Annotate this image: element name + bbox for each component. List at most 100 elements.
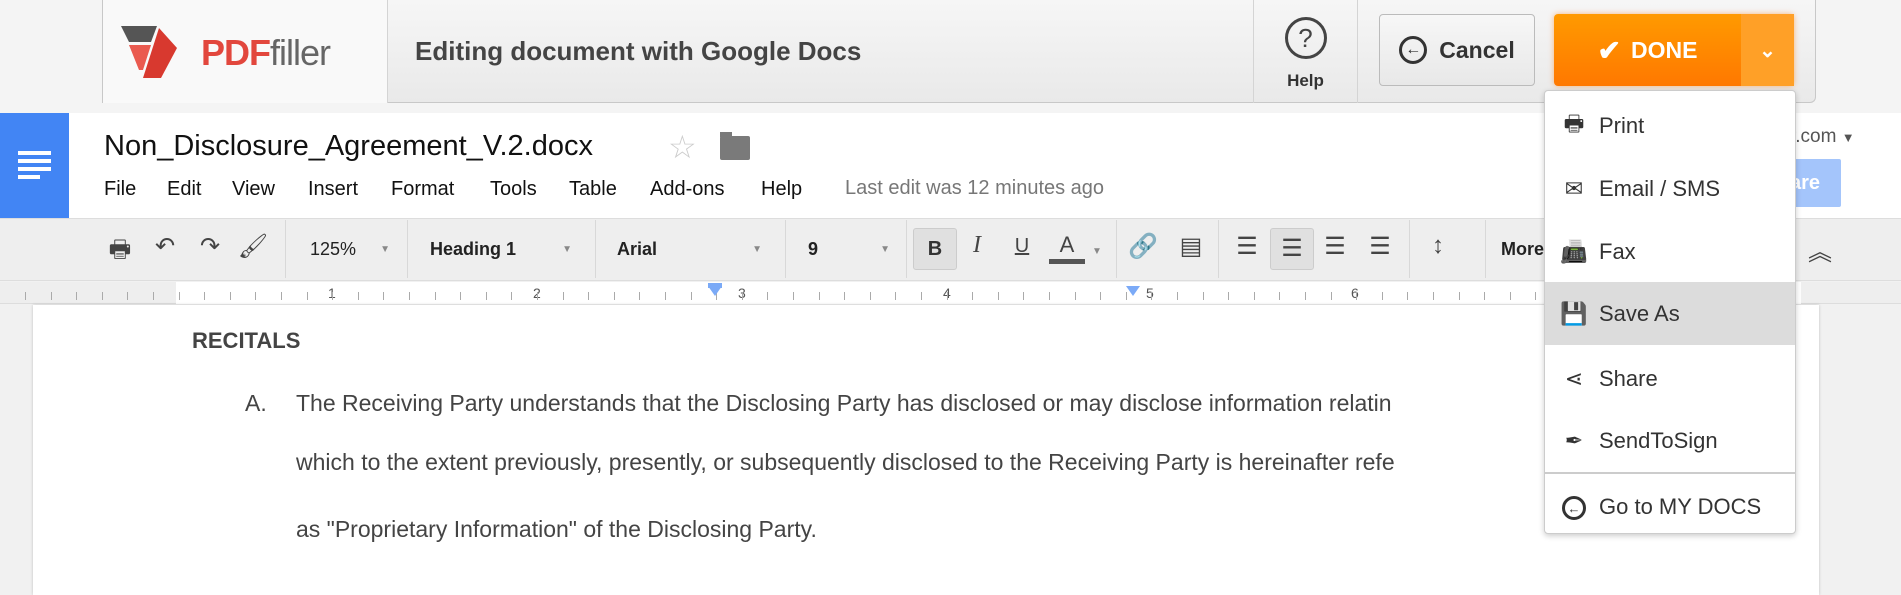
ruler-number: 6 (1351, 285, 1359, 301)
menu-view[interactable]: View (232, 178, 275, 201)
ruler-tick (178, 292, 180, 300)
ruler-tick (921, 292, 922, 300)
menu-format[interactable]: Format (391, 178, 454, 201)
align-right-icon[interactable]: ☰ (1318, 232, 1352, 261)
menu-addons[interactable]: Add-ons (650, 178, 725, 201)
done-button-group: ✔ DONE ⌄ (1554, 14, 1794, 86)
ruler-tick (1202, 292, 1204, 300)
align-left-icon[interactable]: ☰ (1230, 232, 1264, 261)
menu-item-save-as[interactable]: 💾 Save As (1545, 282, 1795, 345)
last-edit-status[interactable]: Last edit was 12 minutes ago (845, 177, 1104, 200)
caret-down-icon: ▼ (562, 244, 572, 255)
menu-item-label: SendToSign (1599, 427, 1718, 453)
ruler-tick (1356, 292, 1358, 300)
print-icon[interactable]: 🖶 (103, 232, 137, 273)
account-email: r.com (1790, 126, 1837, 147)
menu-insert[interactable]: Insert (308, 178, 358, 201)
ruler-tick (1177, 292, 1178, 300)
bold-button[interactable]: B (913, 228, 957, 270)
menu-item-go-to-my-docs[interactable]: ← Go to MY DOCS (1545, 475, 1795, 533)
zoom-select[interactable]: 125% ▼ (310, 218, 390, 281)
floppy-disk-icon: 💾 (1560, 300, 1588, 326)
ruler-tick (690, 292, 692, 300)
ruler-tick (1433, 292, 1434, 300)
caret-down-icon: ▼ (380, 244, 390, 255)
menu-help[interactable]: Help (761, 178, 802, 201)
ruler-tick (409, 292, 410, 300)
line-spacing-icon[interactable]: ↕ (1421, 232, 1455, 260)
font-size-select[interactable]: 9 ▼ (808, 218, 890, 281)
done-dropdown-toggle[interactable]: ⌄ (1741, 14, 1794, 86)
font-select[interactable]: Arial ▼ (617, 218, 762, 281)
circle-arrow-left-icon: ← (1399, 36, 1428, 64)
divider (1409, 220, 1410, 278)
paint-format-icon[interactable]: 🖌 (236, 232, 270, 261)
ruler-tick (895, 292, 897, 300)
divider (1116, 220, 1117, 278)
ruler-tick (613, 292, 615, 300)
menu-item-share[interactable]: ⋖ Share (1545, 347, 1795, 410)
circle-arrow-left-icon: ← (1559, 493, 1589, 521)
question-circle-icon: ? (1284, 17, 1327, 59)
star-icon[interactable]: ☆ (668, 128, 697, 166)
menu-item-print[interactable]: 🖶 Print (1545, 94, 1795, 157)
ruler-tick (1279, 292, 1281, 300)
done-button[interactable]: ✔ DONE (1554, 14, 1741, 86)
ruler-tick (1100, 292, 1102, 300)
align-center-icon[interactable]: ☰ (1270, 228, 1314, 270)
ruler-tick (741, 292, 743, 300)
left-indent-handle[interactable] (708, 283, 722, 288)
cancel-label: Cancel (1439, 36, 1515, 63)
font-size-value: 9 (808, 239, 819, 259)
ruler-tick (1305, 292, 1306, 300)
ruler-tick (562, 292, 564, 300)
logo-pdf-text: PDF (201, 32, 271, 73)
document-title[interactable]: Non_Disclosure_Agreement_V.2.docx (104, 130, 593, 163)
ruler-tick (383, 292, 385, 300)
italic-button[interactable]: I (960, 232, 994, 259)
checkmark-icon: ✔ (1597, 34, 1621, 66)
ruler-tick (793, 292, 794, 300)
text-color-button[interactable]: A (1049, 232, 1085, 264)
comment-icon[interactable]: ▤ (1174, 232, 1208, 261)
style-select[interactable]: Heading 1 ▼ (430, 218, 572, 281)
menu-tools[interactable]: Tools (490, 178, 537, 201)
menu-table[interactable]: Table (569, 178, 617, 201)
menu-item-sendtosign[interactable]: ✒ SendToSign (1545, 409, 1795, 472)
ruler-tick (50, 292, 52, 300)
menu-edit[interactable]: Edit (167, 178, 201, 201)
menu-file[interactable]: File (104, 178, 136, 201)
logo-filler-text: filler (270, 32, 331, 73)
paragraph-line: The Receiving Party understands that the… (296, 390, 1392, 416)
done-dropdown-menu: 🖶 Print ✉ Email / SMS 📠 Fax 💾 Save As ⋖ Share… (1544, 90, 1796, 534)
align-justify-icon[interactable]: ☰ (1363, 232, 1397, 261)
undo-icon[interactable]: ↶ (148, 232, 182, 261)
ruler-tick (204, 292, 206, 300)
fax-icon: 📠 (1560, 238, 1588, 264)
underline-button[interactable]: U (1005, 235, 1039, 258)
menu-item-email-sms[interactable]: ✉ Email / SMS (1545, 157, 1795, 220)
folder-icon[interactable] (720, 132, 750, 160)
link-icon[interactable]: 🔗 (1126, 232, 1160, 261)
google-docs-home-icon[interactable] (0, 113, 69, 218)
redo-icon[interactable]: ↷ (193, 232, 227, 261)
more-button[interactable]: More (1501, 218, 1544, 281)
ruler-tick (844, 292, 846, 300)
menu-item-label: Go to MY DOCS (1599, 493, 1762, 519)
right-indent-handle[interactable] (1126, 286, 1140, 296)
menu-item-label: Fax (1599, 238, 1636, 264)
envelope-icon: ✉ (1564, 175, 1584, 201)
ruler-tick (1074, 292, 1076, 300)
menu-item-fax[interactable]: 📠 Fax (1545, 220, 1795, 283)
pdffiller-logo[interactable]: PDFfiller (102, 0, 388, 103)
menu-item-label: Print (1599, 112, 1645, 138)
collapse-toolbar-icon[interactable]: ︽ (1803, 232, 1837, 267)
menu-divider (1545, 472, 1795, 474)
cancel-button[interactable]: ← Cancel (1379, 14, 1535, 86)
divider (906, 220, 907, 278)
help-button[interactable]: ? Help (1253, 0, 1358, 103)
ruler-tick (229, 292, 231, 300)
ruler-tick (153, 292, 154, 300)
account-menu[interactable]: r.com ▼ (1790, 126, 1855, 148)
divider (285, 220, 286, 278)
